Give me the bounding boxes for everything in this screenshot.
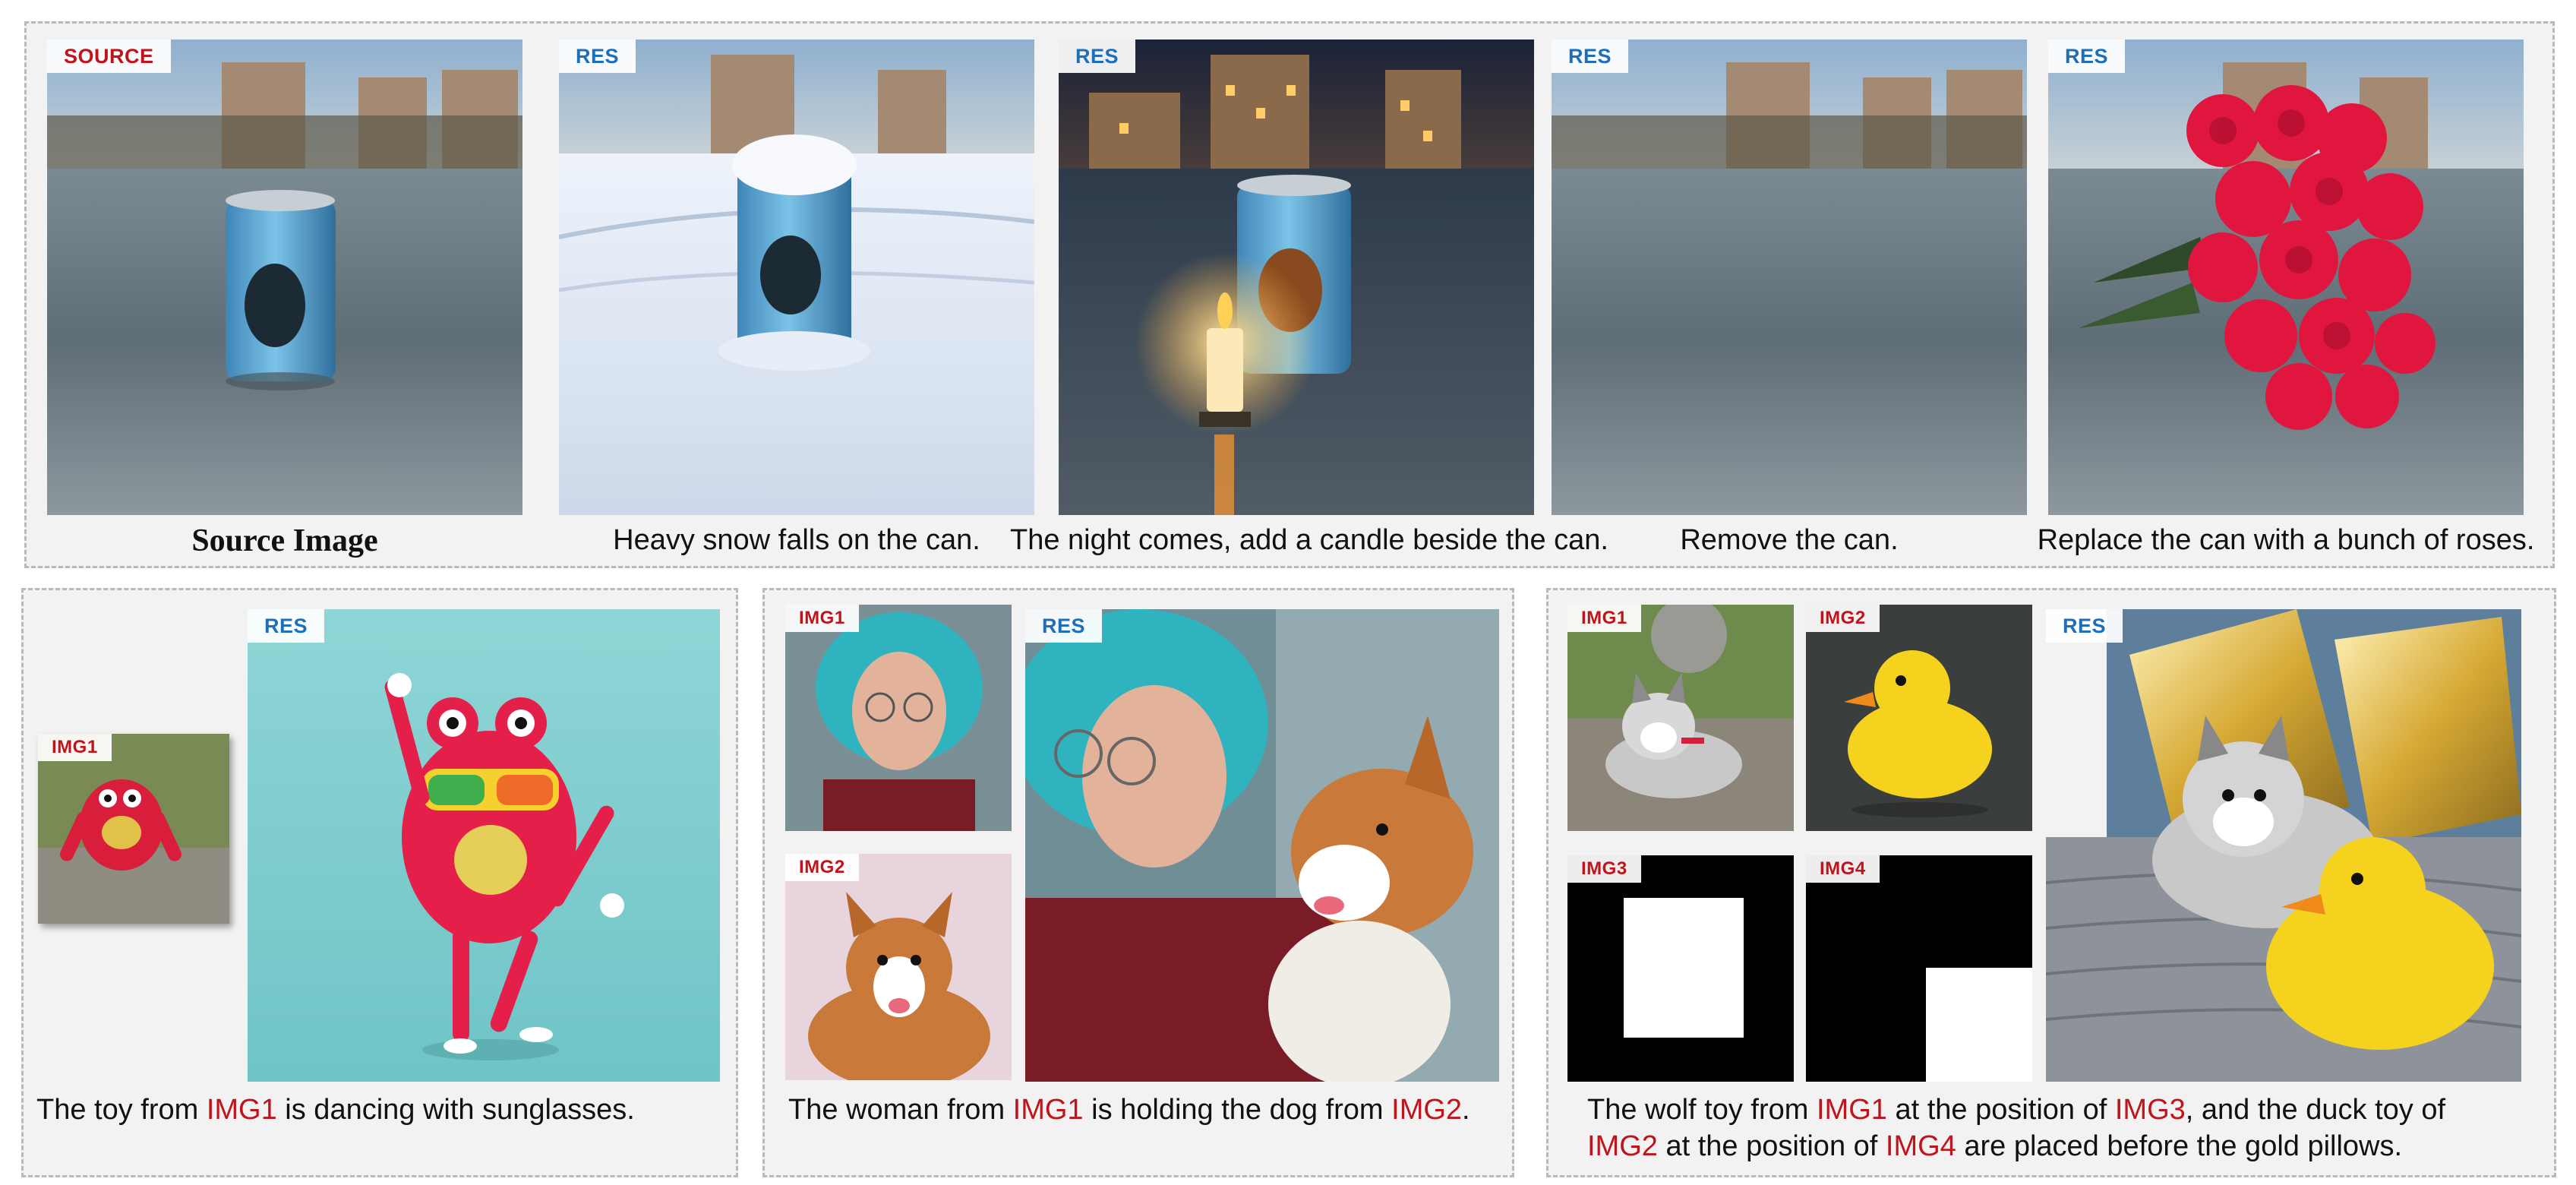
ref-img1: IMG1	[1816, 1094, 1887, 1126]
res-tag: RES	[2048, 40, 2126, 73]
source-tag: SOURCE	[47, 40, 171, 73]
result-roses-image: RES	[2048, 40, 2524, 515]
res-tag: RES	[1059, 40, 1136, 73]
ref-img1: IMG1	[206, 1094, 277, 1126]
img2-tag: IMG2	[785, 854, 859, 881]
ref-img2: IMG2	[1391, 1094, 1463, 1126]
input-img3-mask: IMG3	[1567, 855, 1794, 1082]
result-toy-dancing-image: RES	[248, 609, 720, 1082]
source-image-caption: Source Image	[191, 523, 378, 558]
ref-img3: IMG3	[2114, 1094, 2186, 1126]
toy-caption: The toy from IMG1 is dancing with sungla…	[36, 1094, 635, 1126]
result-snow-image: RES	[559, 40, 1034, 515]
result-night-image: RES	[1059, 40, 1534, 515]
night-caption: The night comes, add a candle beside the…	[1010, 524, 1608, 556]
res-tag: RES	[1552, 40, 1629, 73]
result-wolf-duck-image: RES	[2046, 609, 2521, 1082]
res-tag: RES	[1025, 609, 1103, 643]
input-img1-toy: IMG1	[38, 734, 229, 924]
wolf-caption-line1: The wolf toy from IMG1 at the position o…	[1587, 1094, 2446, 1126]
img1-tag: IMG1	[785, 605, 859, 632]
res-tag: RES	[2046, 609, 2123, 643]
img1-tag: IMG1	[1567, 605, 1641, 632]
ref-img4: IMG4	[1885, 1130, 1956, 1162]
result-woman-dog-image: RES	[1025, 609, 1499, 1082]
input-img1-woman: IMG1	[785, 605, 1012, 831]
result-remove-image: RES	[1552, 40, 2027, 515]
woman-caption: The woman from IMG1 is holding the dog f…	[788, 1094, 1470, 1126]
snow-caption: Heavy snow falls on the can.	[613, 524, 980, 556]
input-img4-mask: IMG4	[1806, 855, 2032, 1082]
input-img1-wolf-toy: IMG1	[1567, 605, 1794, 831]
ref-img1: IMG1	[1012, 1094, 1084, 1126]
res-tag: RES	[559, 40, 636, 73]
img3-tag: IMG3	[1567, 855, 1641, 883]
input-img2-duck: IMG2	[1806, 605, 2032, 831]
roses-caption: Replace the can with a bunch of roses.	[2037, 524, 2535, 556]
img1-tag: IMG1	[38, 734, 112, 761]
img4-tag: IMG4	[1806, 855, 1880, 883]
res-tag: RES	[248, 609, 325, 643]
img2-tag: IMG2	[1806, 605, 1880, 632]
wolf-caption-line2: IMG2 at the position of IMG4 are placed …	[1587, 1130, 2403, 1162]
source-image: SOURCE	[47, 40, 522, 515]
input-img2-dog: IMG2	[785, 854, 1012, 1080]
ref-img2: IMG2	[1587, 1130, 1658, 1162]
remove-caption: Remove the can.	[1680, 524, 1899, 556]
